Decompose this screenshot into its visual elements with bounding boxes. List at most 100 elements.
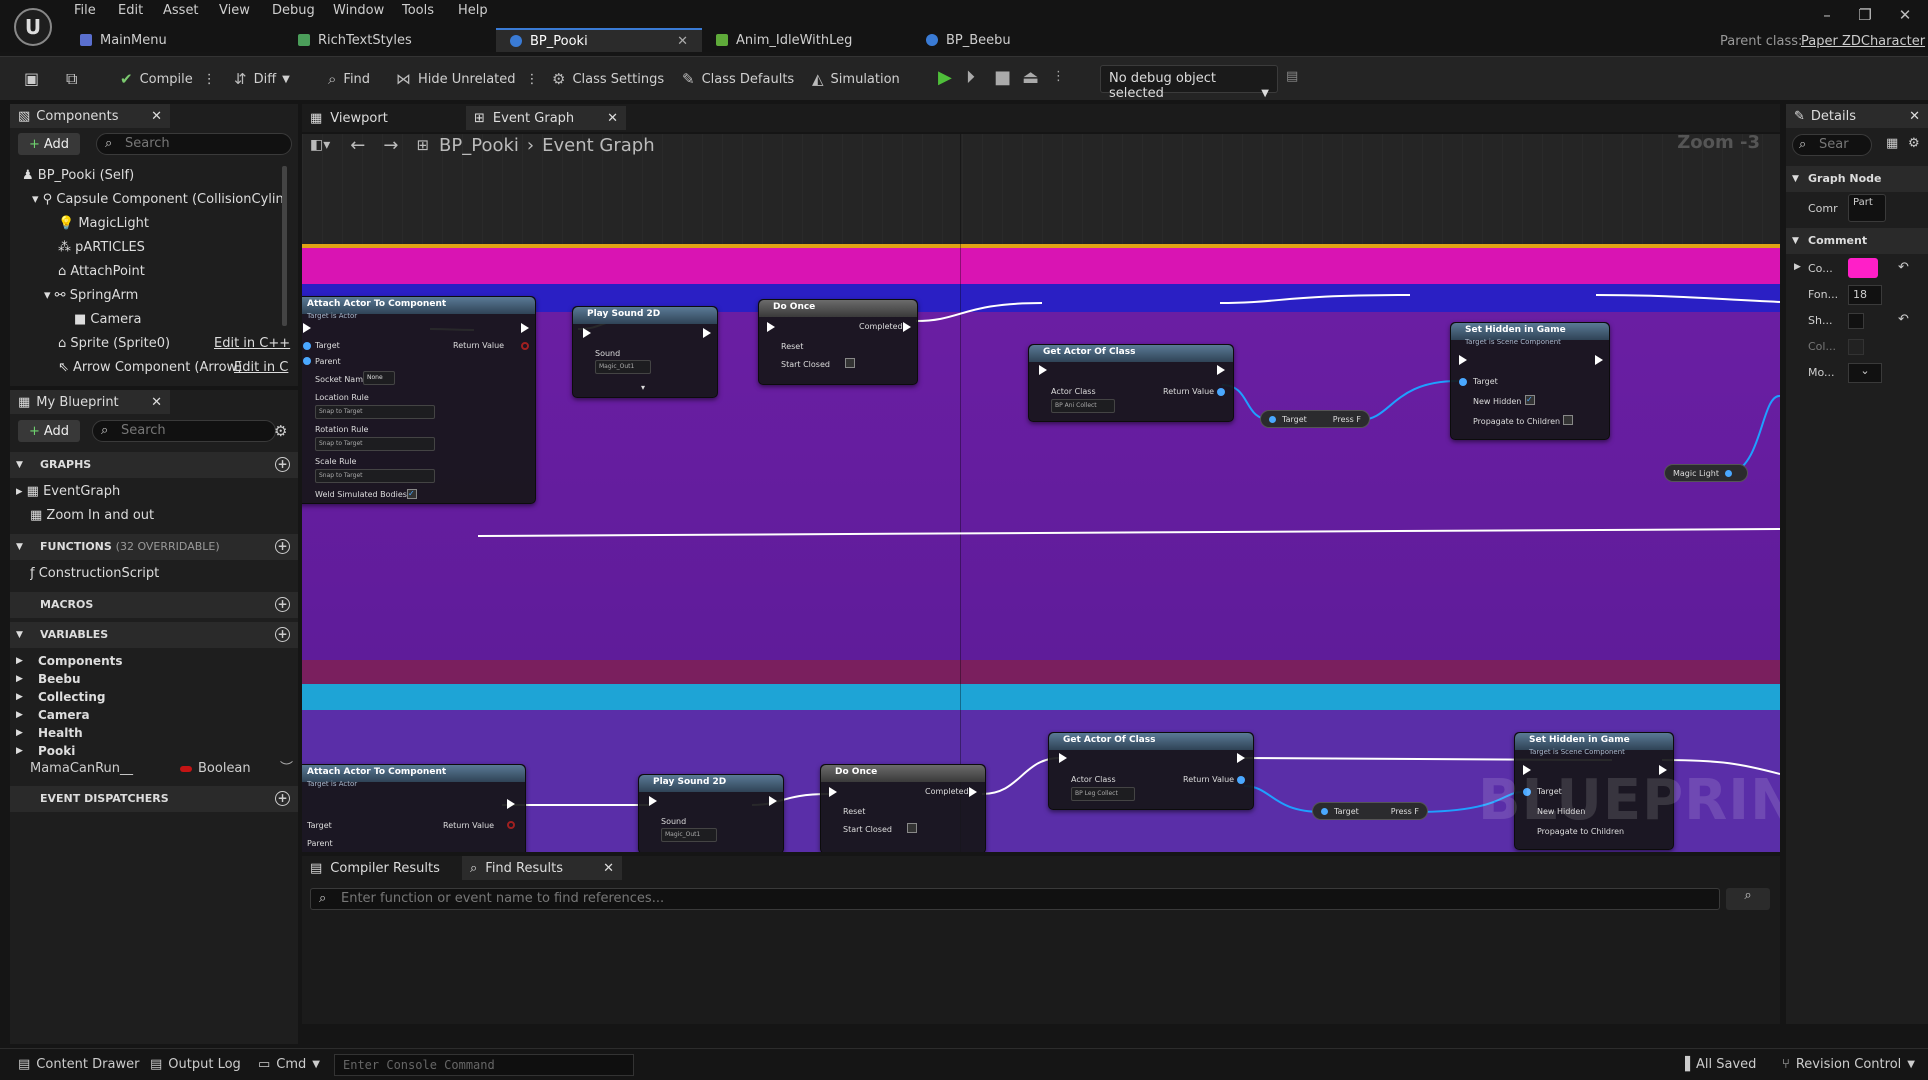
tree-item-sprite[interactable]: ⌂ Sprite (Sprite0) Edit in C++	[10, 332, 290, 356]
diff-button[interactable]: ⇵ Diff ▼	[234, 68, 290, 90]
node-do-once-a[interactable]: Do Once Completed Reset Start Closed	[758, 299, 918, 385]
tree-item-arrow[interactable]: ⇖ Arrow Component (Arrow) Edit in C	[10, 356, 288, 380]
find-references-input[interactable]: ⌕ Enter function or event name to find re…	[310, 888, 1720, 910]
exec-in-pin[interactable]	[767, 322, 775, 332]
actor-class-select[interactable]: BP Leg Collect	[1071, 787, 1135, 801]
graph-item-eventgraph[interactable]: ▸ ▦ EventGraph	[16, 480, 120, 504]
exec-out-pin[interactable]	[1217, 365, 1225, 375]
start-closed-checkbox[interactable]	[907, 823, 917, 833]
details-tab[interactable]: ✎ Details ✕	[1786, 104, 1928, 128]
return-value-pin[interactable]	[1217, 388, 1225, 396]
add-function-icon[interactable]: +	[275, 539, 290, 554]
tree-item-camera[interactable]: ■ Camera	[10, 308, 282, 332]
font-size-field[interactable]: 18	[1848, 285, 1882, 305]
node-play-sound-a[interactable]: Play Sound 2D Sound Magic_Out1 ▾	[572, 306, 718, 398]
cmd-select[interactable]: ▭ Cmd ▼	[258, 1057, 320, 1072]
exec-in-pin[interactable]	[583, 328, 591, 338]
var-cat-components[interactable]: ▶ Components	[10, 652, 298, 670]
node-get-actor-a[interactable]: Get Actor Of Class Actor Class Return Va…	[1028, 344, 1234, 422]
close-icon[interactable]: ✕	[151, 109, 162, 124]
tab-bp-pooki[interactable]: BP_Pooki ✕	[496, 28, 702, 52]
return-value-pin[interactable]	[1237, 776, 1245, 784]
tree-item-springarm[interactable]: ▾ ⚯ SpringArm	[10, 284, 282, 308]
graphs-section[interactable]: ▼ GRAPHS +	[10, 452, 298, 478]
my-blueprint-search-input[interactable]: ⌕ Search	[92, 420, 276, 442]
graph-node-section[interactable]: ▼ Graph Node	[1786, 166, 1928, 192]
close-window-icon[interactable]: ✕	[1890, 6, 1920, 28]
comment-text-field[interactable]: Part	[1848, 194, 1886, 222]
add-component-button[interactable]: + Add	[18, 133, 80, 155]
tab-find-results[interactable]: ⌕ Find Results ✕	[462, 856, 622, 880]
weld-checkbox[interactable]: ✓	[407, 489, 417, 499]
step-icon[interactable]: ⏵	[966, 67, 975, 88]
node-set-hidden-a[interactable]: Set Hidden in Game Target is Scene Compo…	[1450, 322, 1610, 440]
tab-compiler-results[interactable]: ▤ Compiler Results	[302, 856, 462, 880]
exec-in-pin[interactable]	[1039, 365, 1047, 375]
add-graph-icon[interactable]: +	[275, 457, 290, 472]
tree-item-magiclight[interactable]: 💡 MagicLight	[10, 212, 282, 236]
target-pin[interactable]	[1459, 378, 1467, 386]
target-pin[interactable]	[303, 342, 311, 350]
scrollbar[interactable]	[282, 166, 287, 326]
debug-object-select[interactable]: No debug object selected ▼	[1100, 65, 1278, 101]
add-macro-icon[interactable]: +	[275, 597, 290, 612]
class-defaults-button[interactable]: ✎ Class Defaults	[682, 68, 794, 90]
node-press-f-a[interactable]: Target Press F	[1260, 410, 1370, 428]
all-saved-button[interactable]: ▐ All Saved	[1680, 1057, 1756, 1072]
add-variable-icon[interactable]: +	[275, 627, 290, 642]
revision-control-button[interactable]: ⑂ Revision Control ▼	[1782, 1057, 1915, 1072]
start-closed-checkbox[interactable]	[845, 358, 855, 368]
tree-item-attachpoint[interactable]: ⌂ AttachPoint	[10, 260, 282, 284]
find-in-all-blueprints-button[interactable]: ⌕	[1726, 888, 1770, 910]
close-icon[interactable]: ✕	[603, 861, 614, 876]
reset-arrow-icon[interactable]: ↶	[1898, 312, 1909, 327]
more-icon[interactable]: ⋮	[203, 72, 216, 87]
variables-section[interactable]: ▼ VARIABLES +	[10, 622, 298, 648]
browse-icon[interactable]: ⧉	[66, 69, 77, 89]
unreal-logo-icon[interactable]: U	[14, 8, 52, 46]
tab-anim-idlewithleg[interactable]: Anim_IdleWithLeg	[702, 28, 912, 52]
parent-class-link[interactable]: Paper ZDCharacter	[1801, 34, 1925, 49]
content-drawer-button[interactable]: ▤ Content Drawer	[18, 1057, 139, 1072]
more-icon[interactable]: ⋮	[1052, 69, 1065, 84]
expand-icon[interactable]: ▾	[641, 383, 645, 392]
play-icon[interactable]: ▶	[938, 67, 952, 88]
tab-viewport[interactable]: ▦ Viewport	[302, 106, 462, 130]
compile-button[interactable]: ✔ Compile ⋮	[120, 68, 216, 90]
minimize-icon[interactable]: –	[1812, 6, 1842, 28]
node-attach-actor-b[interactable]: Attach Actor To Component Target is Acto…	[302, 764, 526, 852]
menu-help[interactable]: Help	[458, 3, 488, 21]
propagate-checkbox[interactable]	[1563, 415, 1573, 425]
var-cat-beebu[interactable]: ▶ Beebu	[10, 670, 298, 688]
variable-row[interactable]: MamaCanRun__ Boolean ︶	[10, 758, 298, 780]
components-tab[interactable]: ▧ Components ✕	[10, 104, 170, 128]
comment-section[interactable]: ▼ Comment	[1786, 228, 1928, 254]
rotation-rule-select[interactable]: Snap to Target	[315, 437, 435, 451]
components-search-input[interactable]: ⌕ Search	[96, 133, 292, 155]
new-hidden-checkbox[interactable]: ✓	[1525, 395, 1535, 405]
console-command-input[interactable]: Enter Console Command	[334, 1054, 634, 1076]
exec-out-pin[interactable]	[703, 328, 711, 338]
exec-in-pin[interactable]	[829, 787, 837, 797]
tab-mainmenu[interactable]: MainMenu	[66, 28, 284, 52]
add-dispatcher-icon[interactable]: +	[275, 791, 290, 806]
menu-file[interactable]: File	[74, 3, 96, 21]
exec-out-pin[interactable]	[507, 799, 515, 809]
function-item-constructionscript[interactable]: ƒ ConstructionScript	[30, 562, 159, 586]
details-search-input[interactable]: ⌕ Sear	[1792, 134, 1872, 156]
eye-icon[interactable]: ︶	[280, 758, 293, 780]
maximize-icon[interactable]: ❐	[1850, 6, 1880, 28]
menu-window[interactable]: Window	[333, 3, 384, 21]
more-icon[interactable]: ⋮	[526, 72, 539, 87]
menu-edit[interactable]: Edit	[118, 3, 143, 21]
sound-select[interactable]: Magic_Out1	[661, 828, 717, 842]
tree-item-capsule[interactable]: ▾ ⚲ Capsule Component (CollisionCylinde	[10, 188, 282, 212]
simulation-button[interactable]: ◭ Simulation	[812, 68, 900, 90]
tab-bp-beebu[interactable]: BP_Beebu	[912, 28, 1124, 52]
menu-view[interactable]: View	[219, 3, 250, 21]
macros-section[interactable]: MACROS +	[10, 592, 298, 618]
menu-debug[interactable]: Debug	[272, 3, 315, 21]
hide-unrelated-button[interactable]: ⋈ Hide Unrelated ⋮	[396, 68, 539, 90]
functions-section[interactable]: ▼ FUNCTIONS (32 OVERRIDABLE) +	[10, 534, 298, 560]
class-settings-button[interactable]: ⚙ Class Settings	[552, 68, 664, 90]
